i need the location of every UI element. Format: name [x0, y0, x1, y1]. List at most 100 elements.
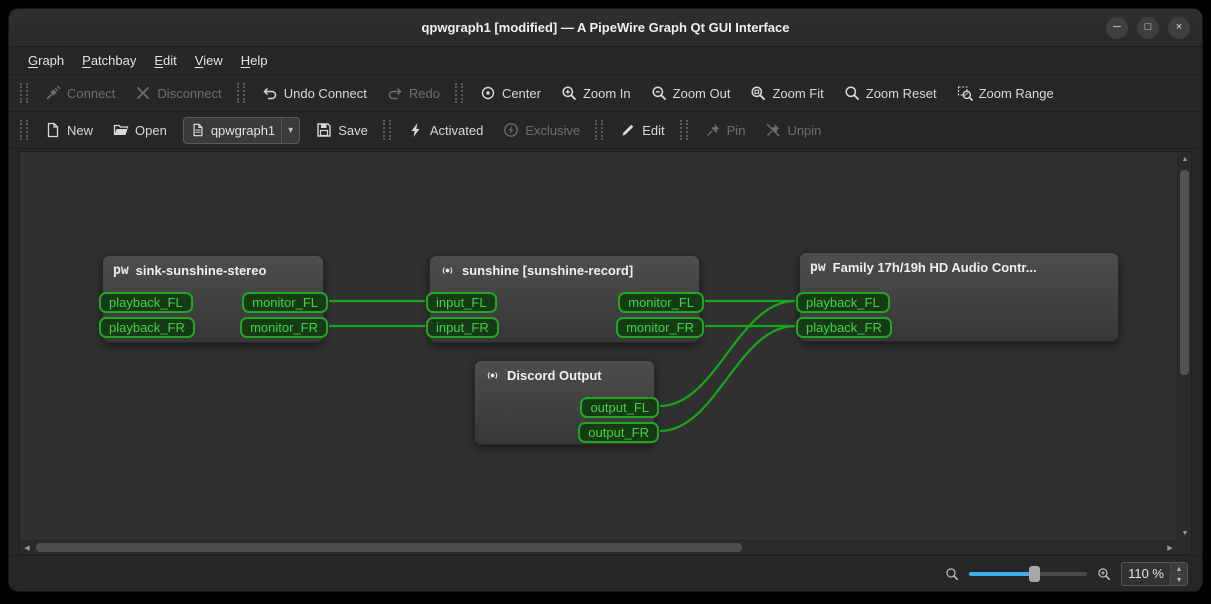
menu-graph[interactable]: Graph	[19, 49, 73, 72]
new-file-icon	[45, 122, 61, 138]
center-button[interactable]: Center	[470, 78, 551, 108]
maximize-icon: □	[1145, 22, 1152, 33]
patchbay-file-icon	[191, 123, 205, 137]
node-header: pw Family 17h/19h HD Audio Contr...	[800, 253, 1118, 279]
activated-label: Activated	[430, 123, 483, 138]
horizontal-scrollbar[interactable]: ◀ ▶	[20, 540, 1177, 554]
edit-button[interactable]: Edit	[610, 115, 674, 145]
connect-label: Connect	[67, 86, 115, 101]
record-stream-icon	[440, 263, 455, 278]
port-sunshine-monitor-fl[interactable]: monitor_FL	[618, 292, 704, 313]
port-sink-monitor-fr[interactable]: monitor_FR	[240, 317, 328, 338]
menu-edit[interactable]: Edit	[145, 49, 185, 72]
zoom-in-label: Zoom In	[583, 86, 631, 101]
record-stream-icon	[485, 368, 500, 383]
scroll-up-arrow[interactable]: ▲	[1178, 152, 1192, 166]
node-sink-sunshine-stereo[interactable]: pw sink-sunshine-stereo playback_FL play…	[102, 255, 324, 343]
node-header: sunshine [sunshine-record]	[430, 256, 699, 282]
unpin-icon	[765, 122, 781, 138]
toolbar-handle[interactable]	[383, 120, 391, 140]
close-icon: ×	[1176, 22, 1182, 33]
minimize-icon: ─	[1113, 22, 1121, 33]
open-button[interactable]: Open	[103, 115, 177, 145]
undo-connect-label: Undo Connect	[284, 86, 367, 101]
new-button[interactable]: New	[35, 115, 103, 145]
zoom-reset-icon	[844, 85, 860, 101]
scroll-left-arrow[interactable]: ◀	[20, 541, 34, 555]
exclusive-label: Exclusive	[525, 123, 580, 138]
port-discord-output-fl[interactable]: output_FL	[580, 397, 659, 418]
port-sunshine-input-fr[interactable]: input_FR	[426, 317, 499, 338]
toolbar-handle[interactable]	[680, 120, 688, 140]
redo-button: Redo	[377, 78, 450, 108]
zoom-spinbox[interactable]: 110 % ▴ ▾	[1121, 562, 1188, 586]
zoom-fit-button[interactable]: Zoom Fit	[740, 78, 833, 108]
vertical-scrollbar[interactable]: ▲ ▼	[1177, 152, 1191, 540]
graph-toolbar: Connect Disconnect Undo Connect Redo Cen…	[9, 75, 1202, 112]
pin-button: Pin	[695, 115, 756, 145]
node-title: Family 17h/19h HD Audio Contr...	[833, 260, 1037, 275]
menubar: Graph Patchbay Edit View Help	[9, 47, 1202, 75]
horizontal-scroll-thumb[interactable]	[36, 543, 742, 552]
maximize-button[interactable]: □	[1137, 17, 1159, 39]
node-title: sink-sunshine-stereo	[136, 263, 267, 278]
menu-patchbay-label: atchbay	[91, 53, 137, 68]
toolbar-handle[interactable]	[237, 83, 245, 103]
undo-connect-button[interactable]: Undo Connect	[252, 78, 377, 108]
menu-patchbay[interactable]: Patchbay	[73, 49, 145, 72]
graph-canvas[interactable]: pw sink-sunshine-stereo playback_FL play…	[20, 152, 1177, 540]
port-family-playback-fr[interactable]: playback_FR	[796, 317, 892, 338]
redo-icon	[387, 85, 403, 101]
port-sink-playback-fr[interactable]: playback_FR	[99, 317, 195, 338]
zoom-reset-button[interactable]: Zoom Reset	[834, 78, 947, 108]
zoom-out-small-icon[interactable]	[945, 567, 959, 581]
port-sink-monitor-fl[interactable]: monitor_FL	[242, 292, 328, 313]
zoom-slider[interactable]	[969, 566, 1087, 582]
zoom-in-button[interactable]: Zoom In	[551, 78, 641, 108]
node-sunshine-record[interactable]: sunshine [sunshine-record] input_FL inpu…	[429, 255, 700, 343]
lightning-icon	[408, 122, 424, 138]
toolbar-handle[interactable]	[455, 83, 463, 103]
scrollbar-corner	[1177, 540, 1191, 554]
port-sink-playback-fl[interactable]: playback_FL	[99, 292, 193, 313]
node-family-hd-audio[interactable]: pw Family 17h/19h HD Audio Contr... play…	[799, 252, 1119, 342]
vertical-scroll-thumb[interactable]	[1180, 170, 1189, 375]
scroll-right-arrow[interactable]: ▶	[1163, 541, 1177, 555]
port-sunshine-input-fl[interactable]: input_FL	[426, 292, 497, 313]
minimize-button[interactable]: ─	[1106, 17, 1128, 39]
menu-view-mnemonic: V	[195, 53, 203, 68]
open-label: Open	[135, 123, 167, 138]
exclusive-icon	[503, 122, 519, 138]
scroll-down-arrow[interactable]: ▼	[1178, 526, 1192, 540]
connect-button: Connect	[35, 78, 125, 108]
save-button[interactable]: Save	[306, 115, 378, 145]
node-discord-output[interactable]: Discord Output output_FL output_FR	[474, 360, 655, 445]
save-icon	[316, 122, 332, 138]
zoom-out-icon	[651, 85, 667, 101]
patchbay-select[interactable]: qpwgraph1 ▾	[183, 117, 300, 144]
edit-label: Edit	[642, 123, 664, 138]
port-discord-output-fr[interactable]: output_FR	[578, 422, 659, 443]
spin-up-button[interactable]: ▴	[1171, 563, 1187, 574]
toolbar-handle[interactable]	[595, 120, 603, 140]
titlebar[interactable]: qpwgraph1 [modified] — A PipeWire Graph …	[9, 9, 1202, 47]
unpin-label: Unpin	[787, 123, 821, 138]
activated-button[interactable]: Activated	[398, 115, 493, 145]
redo-label: Redo	[409, 86, 440, 101]
menu-help[interactable]: Help	[232, 49, 277, 72]
toolbar-handle[interactable]	[20, 83, 28, 103]
port-sunshine-monitor-fr[interactable]: monitor_FR	[616, 317, 704, 338]
close-button[interactable]: ×	[1168, 17, 1190, 39]
menu-edit-label: dit	[163, 53, 177, 68]
spin-down-button[interactable]: ▾	[1171, 574, 1187, 585]
menu-patchbay-mnemonic: P	[82, 53, 91, 68]
port-family-playback-fl[interactable]: playback_FL	[796, 292, 890, 313]
disconnect-icon	[135, 85, 151, 101]
toolbar-handle[interactable]	[20, 120, 28, 140]
zoom-out-button[interactable]: Zoom Out	[641, 78, 741, 108]
save-label: Save	[338, 123, 368, 138]
menu-view[interactable]: View	[186, 49, 232, 72]
zoom-in-small-icon[interactable]	[1097, 567, 1111, 581]
zoom-slider-handle[interactable]	[1029, 566, 1040, 582]
zoom-range-button[interactable]: Zoom Range	[947, 78, 1064, 108]
